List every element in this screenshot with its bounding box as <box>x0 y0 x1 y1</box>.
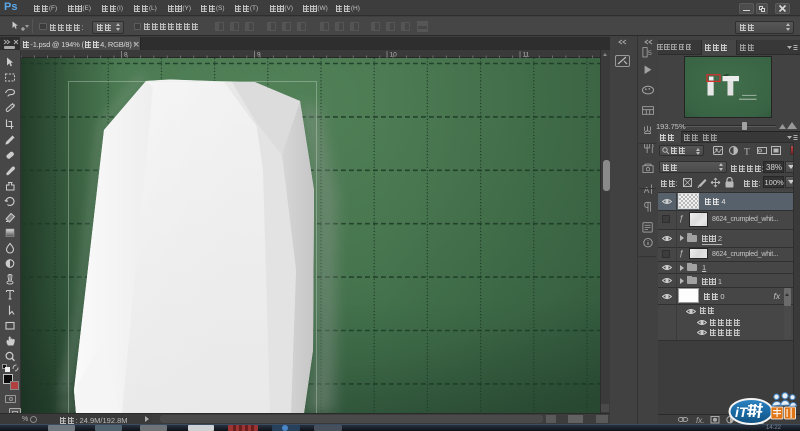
svg-text:5: 5 <box>648 50 652 57</box>
svg-text:iT: iT <box>735 404 749 420</box>
svg-text:fx.: fx. <box>696 416 704 424</box>
svg-text:A: A <box>644 185 650 195</box>
svg-text:T: T <box>744 147 750 156</box>
